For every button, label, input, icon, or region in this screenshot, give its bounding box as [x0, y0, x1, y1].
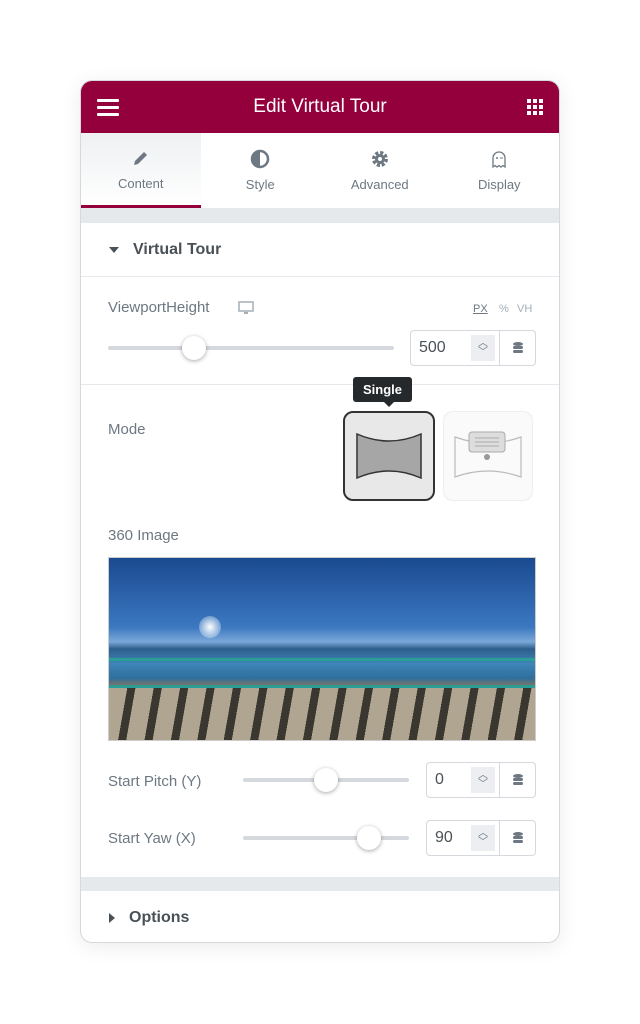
yaw-label: Start Yaw (X) [108, 830, 196, 847]
divider [81, 209, 559, 223]
sun [199, 616, 221, 638]
database-icon [512, 342, 523, 353]
mode-tour-option[interactable] [443, 411, 533, 501]
gear-icon [371, 151, 388, 167]
dynamic-tags-button[interactable] [500, 820, 536, 856]
caret-right-icon [109, 913, 115, 923]
tab-label: Content [117, 175, 164, 191]
viewport-height-control: ViewportHeight PX % VH 500 ︿ ﹀ [81, 277, 559, 385]
yaw-value: 90 [435, 829, 453, 846]
mode-single-option[interactable] [343, 411, 435, 501]
unit-vh[interactable]: VH [517, 303, 532, 315]
half-circle-icon [251, 149, 270, 169]
divider [81, 877, 559, 891]
pitch-input[interactable]: 0 ︿ ﹀ [426, 762, 500, 798]
tooltip: Single [353, 377, 413, 402]
panorama-tour-icon [454, 431, 522, 478]
pitch-slider[interactable] [243, 768, 409, 792]
viewport-input[interactable]: 500 ︿ ﹀ [410, 330, 500, 366]
slider-handle[interactable] [357, 826, 381, 850]
slider-handle[interactable] [314, 768, 338, 792]
pitch-label: Start Pitch (Y) [108, 773, 202, 790]
dock [109, 688, 535, 740]
section-title: Virtual Tour [133, 240, 222, 258]
grid-icon[interactable] [527, 99, 543, 115]
railing [109, 658, 535, 688]
tab-content[interactable]: Content [81, 133, 201, 208]
pitch-value: 0 [435, 771, 444, 788]
database-icon [512, 832, 523, 843]
dynamic-tags-button[interactable] [500, 330, 536, 366]
section-options[interactable]: Options [81, 891, 559, 942]
360-image-preview[interactable] [108, 557, 536, 741]
viewport-slider[interactable] [108, 336, 394, 360]
viewport-value: 500 [419, 339, 446, 356]
database-icon [512, 774, 523, 785]
unit-percent[interactable]: % [499, 303, 509, 315]
desktop-icon[interactable] [238, 301, 254, 315]
stepper-icon[interactable]: ︿ ﹀ [471, 335, 495, 361]
yaw-slider[interactable] [243, 826, 409, 850]
tab-label: Advanced [350, 177, 409, 192]
section-virtual-tour[interactable]: Virtual Tour [81, 223, 559, 277]
slider-handle[interactable] [182, 336, 206, 360]
tabs: Content Style Advanced Display [81, 133, 559, 209]
unit-px[interactable]: PX [473, 303, 488, 315]
section-title: Options [129, 909, 190, 926]
tab-advanced[interactable]: Advanced [320, 133, 440, 208]
edit-panel: Edit Virtual Tour Content Style Advanced… [80, 80, 560, 943]
image-label: 360 Image [108, 527, 179, 544]
tooltip-arrow [383, 401, 395, 407]
tab-display[interactable]: Display [440, 133, 560, 208]
hamburger-icon[interactable] [97, 99, 119, 120]
panel-header: Edit Virtual Tour [81, 81, 559, 133]
pencil-icon [133, 151, 147, 165]
tab-label: Display [477, 177, 521, 192]
tab-label: Style [245, 177, 275, 192]
mode-label: Mode [108, 421, 146, 438]
dynamic-tags-button[interactable] [500, 762, 536, 798]
panorama-single-icon [356, 432, 422, 480]
tab-style[interactable]: Style [201, 133, 321, 208]
tooltip-text: Single [363, 382, 403, 397]
stepper-icon[interactable]: ︿ ﹀ [471, 825, 495, 851]
panel-title: Edit Virtual Tour [253, 96, 387, 117]
stepper-icon[interactable]: ︿ ﹀ [471, 767, 495, 793]
viewport-label: ViewportHeight [108, 299, 210, 316]
caret-down-icon [109, 246, 119, 253]
ghost-icon [492, 151, 506, 169]
yaw-input[interactable]: 90 ︿ ﹀ [426, 820, 500, 856]
